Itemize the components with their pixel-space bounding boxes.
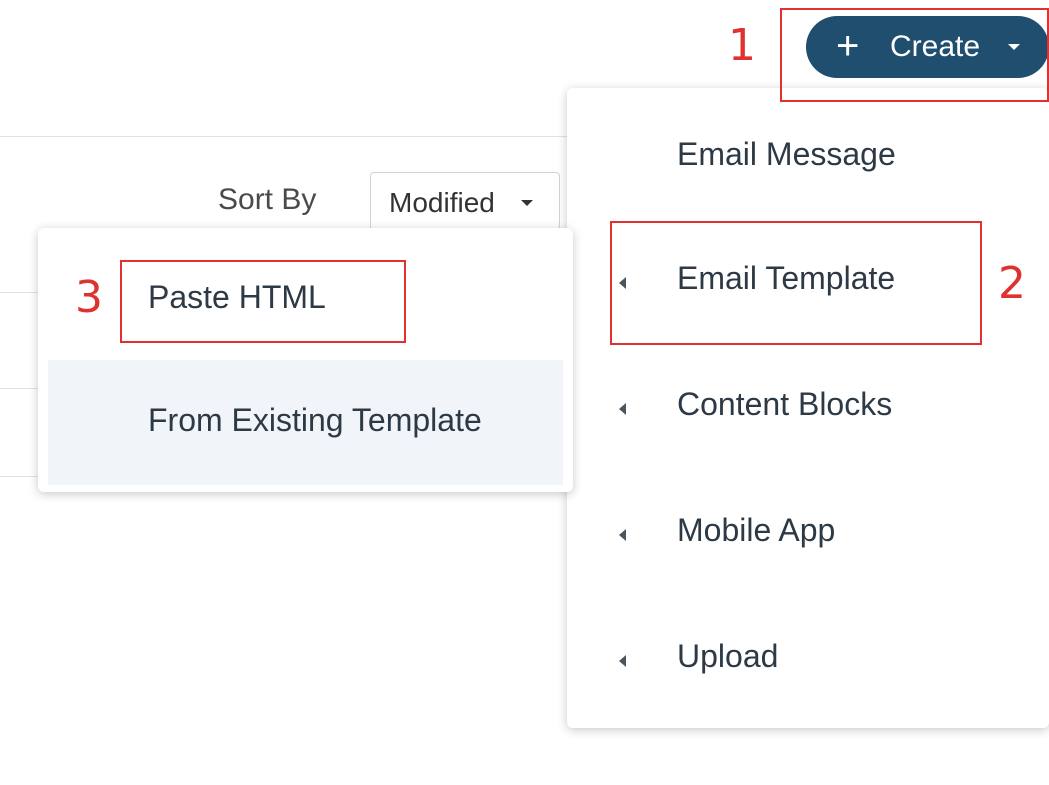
menu-item-mobile-app[interactable]: Mobile App	[567, 472, 1049, 592]
screen: Sort By Modified + Create Email Message …	[0, 0, 1049, 785]
menu-item-label: Email Message	[677, 136, 896, 172]
create-dropdown-menu: Email Message Email Template Content Blo…	[567, 88, 1049, 728]
submenu-item-label: From Existing Template	[148, 402, 482, 438]
menu-item-email-message[interactable]: Email Message	[567, 98, 1049, 218]
sort-by-label: Sort By	[218, 183, 317, 216]
chevron-down-icon	[521, 200, 533, 206]
annotation-box-step-3	[120, 260, 406, 343]
sort-by-select[interactable]: Modified	[370, 172, 560, 230]
annotation-number-step-2: 2	[998, 258, 1026, 309]
annotation-box-step-1	[780, 8, 1049, 102]
menu-item-upload[interactable]: Upload	[567, 598, 1049, 718]
annotation-number-step-1: 1	[728, 20, 756, 71]
sort-by-value: Modified	[389, 187, 495, 218]
menu-item-content-blocks[interactable]: Content Blocks	[567, 346, 1049, 466]
chevron-left-icon	[619, 529, 626, 541]
menu-item-label: Upload	[677, 638, 779, 674]
chevron-left-icon	[619, 403, 626, 415]
chevron-left-icon	[619, 655, 626, 667]
annotation-box-step-2	[610, 221, 982, 345]
submenu-item-from-existing-template[interactable]: From Existing Template	[48, 360, 563, 485]
annotation-number-step-3: 3	[75, 272, 103, 323]
menu-item-label: Content Blocks	[677, 386, 893, 422]
menu-item-label: Mobile App	[677, 512, 836, 548]
